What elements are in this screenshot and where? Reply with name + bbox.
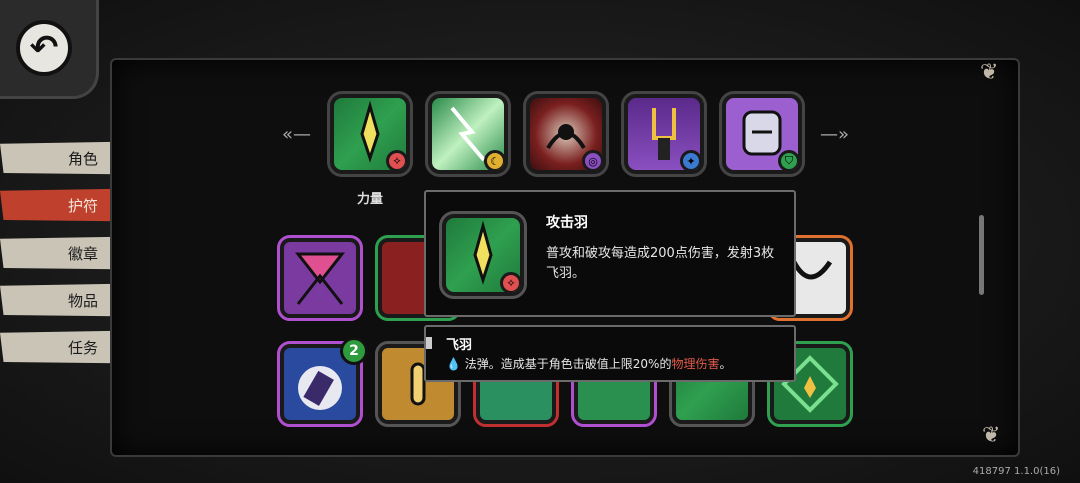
stat-icon-intelligence[interactable]: ◎	[523, 91, 609, 177]
amulet-slot[interactable]	[277, 235, 363, 321]
tooltip-marker	[426, 337, 432, 349]
tooltip-description: 普攻和破攻每造成200点伤害，发射3枚飞羽。	[546, 246, 775, 281]
scrollbar[interactable]	[979, 215, 984, 295]
right-arrow-icon[interactable]: —»	[820, 124, 849, 145]
corner-ornament-icon: ❦	[980, 60, 999, 85]
back-button-container: ↶	[0, 0, 99, 99]
keyword-text-end: 。	[719, 357, 732, 371]
undo-arrow-icon: ↶	[29, 28, 59, 68]
warning-triangles-icon	[294, 252, 346, 305]
perception-badge-icon: ✦	[680, 150, 700, 170]
nav-tab-label: 物品	[67, 291, 98, 310]
keyword-text: 法弹。造成基于角色击破值上限20%的	[464, 357, 672, 371]
nav-tab-label: 护符	[67, 196, 98, 215]
nav-tab-label: 任务	[67, 338, 98, 357]
droplet-icon: 💧	[446, 357, 461, 371]
stat-icon-strength[interactable]: ⟡	[327, 91, 413, 177]
keyword-highlight: 物理伤害	[671, 357, 720, 371]
stat-icon-perception[interactable]: ✦	[621, 91, 707, 177]
tooltip-title: 攻击羽	[546, 215, 588, 231]
amulet-tooltip: ⟡ 攻击羽 普攻和破攻每造成200点伤害，发射3枚飞羽。	[424, 190, 796, 317]
constitution-badge-icon: ⛉	[778, 150, 798, 170]
agility-badge-icon: ☾	[484, 150, 504, 170]
strength-badge-icon: ⟡	[386, 150, 406, 170]
count-badge: 2	[340, 337, 368, 365]
tooltip-amulet-icon: ⟡	[439, 211, 527, 299]
nav-tab-label: 徽章	[67, 244, 98, 263]
back-button[interactable]: ↶	[16, 20, 72, 76]
stat-label-strength: 力量	[356, 192, 383, 207]
keyword-title: 飞羽	[446, 338, 473, 353]
strength-badge-icon: ⟡	[500, 272, 520, 292]
version-label: 418797 1.1.0(16)	[972, 466, 1060, 477]
keyword-description: 💧 法弹。造成基于角色击破值上限20%的物理伤害。	[446, 355, 732, 372]
keyword-tooltip: 飞羽 💧 法弹。造成基于角色击破值上限20%的物理伤害。	[424, 325, 796, 382]
stat-icon-agility[interactable]: ☾	[425, 91, 511, 177]
left-arrow-icon[interactable]: «—	[282, 124, 311, 145]
nav-tab-label: 角色	[67, 149, 98, 168]
stat-icon-constitution[interactable]: ⛉	[719, 91, 805, 177]
corner-ornament-icon: ❦	[982, 423, 1001, 448]
intelligence-badge-icon: ◎	[582, 150, 602, 170]
